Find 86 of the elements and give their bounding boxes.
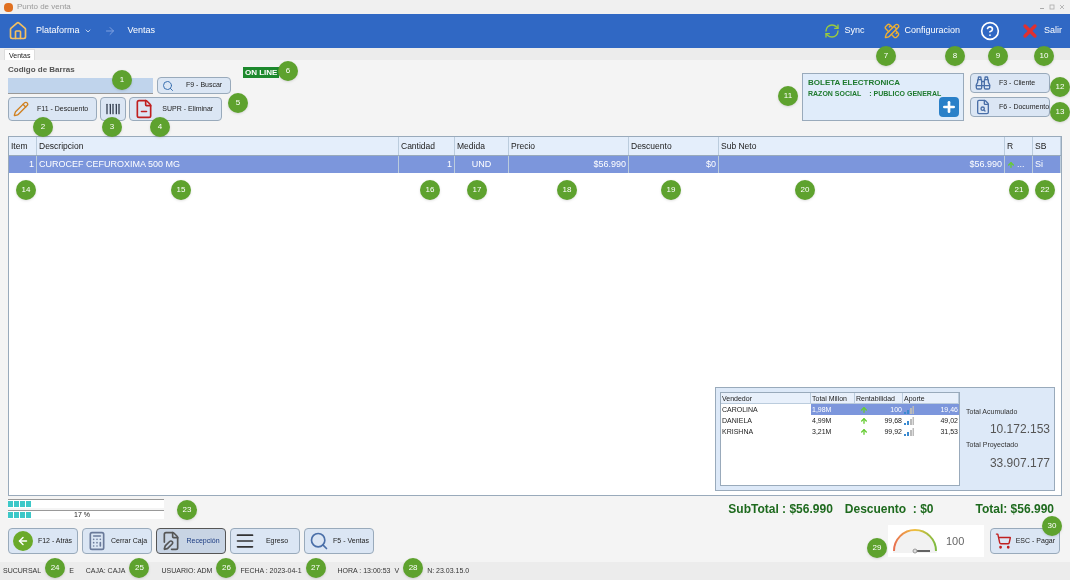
table-cell-text: CUROCEF CEFUROXIMA 500 MG [39, 157, 181, 171]
column-header[interactable]: Medida [455, 137, 509, 155]
discount-total: Descuento : $0 [844, 501, 934, 518]
field-label: Codigo de Barras [8, 64, 76, 76]
callout-badge: 12 [1050, 77, 1070, 97]
arrow-up-icon [860, 416, 868, 425]
barcode-field[interactable] [8, 78, 153, 94]
signal-bars-icon [904, 427, 914, 436]
binoculars-icon [975, 75, 991, 91]
callout-badge: 7 [876, 46, 896, 66]
column-header[interactable]: SB [1033, 137, 1061, 155]
table-cell-text: UND [471, 157, 492, 171]
callout-badge: 1 [112, 70, 132, 90]
table-cell-text: 1 [29, 157, 34, 171]
barcode-button[interactable] [100, 97, 127, 121]
signal-bars-icon [904, 405, 914, 414]
sync-icon [824, 23, 841, 39]
callout-badge: 9 [988, 46, 1008, 66]
callout-badge: 8 [945, 46, 965, 66]
callout-badge: 28 [403, 558, 424, 578]
gauge-needle [912, 548, 931, 554]
callout-badge: 11 [778, 86, 798, 106]
toolbar-button[interactable]: Salir [1020, 21, 1062, 41]
table-cell-text: ... [1017, 157, 1025, 171]
arrow-up-icon [860, 405, 868, 414]
window-title: Punto de venta [17, 1, 71, 13]
close-icon [1020, 21, 1040, 41]
window-controls-icon[interactable] [1040, 4, 1066, 10]
search-icon [309, 531, 329, 551]
medical-cross-icon [939, 97, 959, 117]
arrow-right-icon [103, 25, 116, 37]
gauge-reading: 100 [946, 533, 965, 549]
callout-badge: 13 [1050, 102, 1070, 122]
grand-total: Total: $56.990 [975, 501, 1054, 518]
help-icon [980, 21, 1000, 41]
column-header[interactable]: Precio [509, 137, 629, 155]
document-search-icon [975, 99, 991, 115]
signal-bars-icon [904, 416, 914, 425]
column-header[interactable]: Sub Neto [719, 137, 1005, 155]
callout-badge: 10 [1034, 46, 1054, 66]
callout-badge: 24 [45, 558, 66, 578]
table-cell-text: Si [1035, 157, 1043, 171]
callout-badge: 6 [278, 61, 298, 81]
callout-badge: 30 [1042, 516, 1062, 536]
table-cell-text: $56.990 [593, 157, 626, 171]
arrow-up-icon [1007, 160, 1015, 169]
subtotal: SubTotal : $56.990 [728, 501, 833, 518]
help-button[interactable] [980, 21, 1000, 41]
table-cell-text: 1 [447, 157, 452, 171]
column-header[interactable]: Cantidad [399, 137, 455, 155]
arrow-up-icon [860, 427, 868, 436]
search-icon [162, 79, 174, 92]
column-header[interactable]: Descuento [629, 137, 719, 155]
table-cell-text: $0 [706, 157, 716, 171]
breadcrumb-current: Ventas [127, 24, 156, 38]
ruler-pencil-icon [884, 23, 901, 39]
online-badge: ON LINE [243, 67, 280, 78]
callout-badge: 26 [216, 558, 237, 578]
column-header[interactable]: R [1005, 137, 1033, 155]
list-icon [235, 531, 255, 551]
stat-value: 10.172.153 [988, 421, 1050, 438]
caret-icon [83, 27, 92, 35]
callout-badge: 27 [305, 558, 326, 578]
calculator-icon [87, 531, 107, 551]
document-minus-icon [134, 99, 155, 119]
barcode-icon [105, 101, 122, 117]
document-type: BOLETA ELECTRONICA [808, 77, 901, 89]
column-header[interactable]: Descripcion [37, 137, 399, 155]
cart-icon [995, 531, 1012, 551]
callout-badge: 3 [102, 117, 122, 137]
home-icon[interactable] [8, 21, 28, 41]
callout-badge: 23 [177, 500, 197, 520]
pencil-icon [13, 101, 29, 117]
stat-value: 33.907.177 [988, 454, 1050, 472]
column-header[interactable]: Item [9, 137, 37, 155]
toolbar-button[interactable]: Sync [824, 23, 865, 39]
callout-badge: 25 [129, 558, 150, 578]
callout-badge: 4 [150, 117, 170, 137]
table-cell-text: $56.990 [969, 157, 1002, 171]
callout-badge: 5 [228, 93, 248, 113]
app-icon [4, 2, 13, 12]
document-pen-icon [161, 531, 181, 551]
platform-menu[interactable]: Plataforma [36, 24, 92, 38]
toolbar-button[interactable]: Configuracion [884, 23, 960, 39]
callout-badge: 2 [33, 117, 53, 137]
callout-badge: 29 [867, 538, 887, 558]
